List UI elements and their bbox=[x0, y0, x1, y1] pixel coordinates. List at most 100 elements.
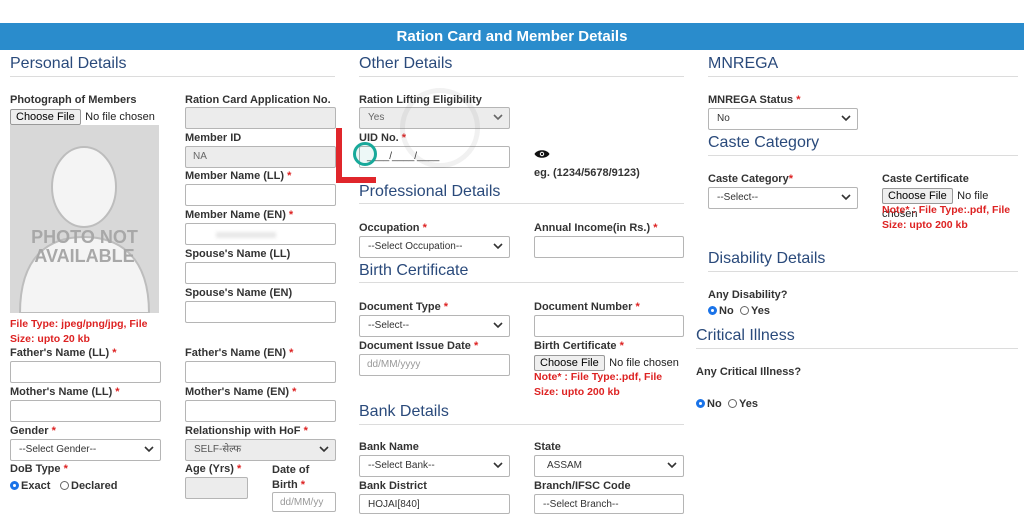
any-critical-illness-label: Any Critical Illness? bbox=[696, 366, 802, 378]
member-name-en-input[interactable] bbox=[185, 223, 336, 245]
member-id-label: Member ID bbox=[185, 132, 242, 144]
annotation-bracket-vertical bbox=[336, 128, 342, 183]
document-issue-date-input[interactable]: dd/MM/yyyy bbox=[359, 354, 510, 376]
spouse-name-ll-input[interactable] bbox=[185, 262, 336, 284]
photo-file-input[interactable]: Choose File No file chosen bbox=[10, 107, 155, 125]
radio-selected-icon bbox=[10, 481, 19, 490]
branch-ifsc-select[interactable]: --Select Branch-- bbox=[534, 494, 684, 514]
father-name-ll-input[interactable] bbox=[10, 361, 161, 383]
chevron-down-icon bbox=[319, 446, 329, 453]
click-highlight-circle bbox=[353, 142, 377, 166]
dob-type-declared-radio[interactable]: Declared bbox=[60, 480, 117, 492]
chevron-down-icon bbox=[841, 115, 851, 122]
photo-file-note: File Type: jpeg/png/jpg, File Size: upto… bbox=[10, 318, 148, 345]
chevron-down-icon bbox=[493, 114, 503, 121]
caste-cert-file-note: Note* : File Type:.pdf, File Size: upto … bbox=[882, 204, 1011, 231]
spouse-name-en-input[interactable] bbox=[185, 301, 336, 323]
caste-category-select[interactable]: --Select-- bbox=[708, 187, 858, 209]
dob-type-label: DoB Type * bbox=[10, 463, 68, 475]
occupation-select[interactable]: --Select Occupation-- bbox=[359, 236, 510, 258]
occupation-label: Occupation * bbox=[359, 222, 427, 234]
document-type-select[interactable]: --Select-- bbox=[359, 315, 510, 337]
spouse-ll-label: Spouse's Name (LL) bbox=[185, 248, 291, 260]
document-number-input[interactable] bbox=[534, 315, 684, 337]
member-name-ll-input[interactable] bbox=[185, 184, 336, 206]
divider bbox=[708, 271, 1018, 272]
divider bbox=[10, 76, 335, 77]
section-critical-illness: Critical Illness bbox=[696, 327, 795, 344]
birth-certificate-file-input[interactable]: Choose File No file chosen bbox=[534, 353, 679, 371]
disability-yes-radio[interactable]: Yes bbox=[740, 305, 770, 317]
radio-selected-icon bbox=[696, 399, 705, 408]
section-caste-category: Caste Category bbox=[708, 134, 820, 151]
chevron-down-icon bbox=[667, 462, 677, 469]
bank-name-select[interactable]: --Select Bank-- bbox=[359, 455, 510, 477]
photo-label: Photograph of Members bbox=[10, 94, 137, 106]
birth-cert-choose-file-button[interactable]: Choose File bbox=[534, 355, 605, 371]
photo-choose-file-button[interactable]: Choose File bbox=[10, 109, 81, 125]
radio-empty-icon bbox=[728, 399, 737, 408]
section-birth-certificate: Birth Certificate bbox=[359, 262, 469, 279]
bank-district-label: Bank District bbox=[359, 480, 427, 492]
photo-file-status: No file chosen bbox=[85, 111, 155, 123]
state-select[interactable]: ASSAM bbox=[534, 455, 684, 477]
member-id-input: NA bbox=[185, 146, 336, 168]
document-number-label: Document Number * bbox=[534, 301, 640, 313]
mnrega-status-select[interactable]: No bbox=[708, 108, 858, 130]
ration-card-application-no-input bbox=[185, 107, 336, 129]
bank-district-select[interactable]: HOJAI[840] bbox=[359, 494, 510, 514]
critical-no-radio[interactable]: No bbox=[696, 398, 722, 410]
section-other-details: Other Details bbox=[359, 55, 453, 72]
relationship-label: Relationship with HoF * bbox=[185, 425, 308, 437]
branch-ifsc-label: Branch/IFSC Code bbox=[534, 480, 631, 492]
section-professional-details: Professional Details bbox=[359, 183, 501, 200]
bank-name-label: Bank Name bbox=[359, 441, 419, 453]
mother-name-en-input[interactable] bbox=[185, 400, 336, 422]
gender-select[interactable]: --Select Gender-- bbox=[10, 439, 161, 461]
birth-certificate-label: Birth Certificate * bbox=[534, 340, 624, 352]
state-label: State bbox=[534, 441, 561, 453]
member-name-ll-label: Member Name (LL) * bbox=[185, 170, 292, 182]
father-en-label: Father's Name (EN) * bbox=[185, 347, 294, 359]
member-name-en-label: Member Name (EN) * bbox=[185, 209, 294, 221]
rc-app-no-label: Ration Card Application No. bbox=[185, 94, 331, 106]
eye-icon[interactable] bbox=[534, 147, 550, 165]
mother-ll-label: Mother's Name (LL) * bbox=[10, 386, 120, 398]
any-disability-label: Any Disability? bbox=[708, 289, 788, 301]
caste-cert-choose-file-button[interactable]: Choose File bbox=[882, 188, 953, 204]
section-bank-details: Bank Details bbox=[359, 403, 449, 420]
blurred-name-text bbox=[216, 232, 276, 238]
birth-cert-file-note: Note* : File Type:.pdf, File Size: upto … bbox=[534, 371, 663, 398]
divider bbox=[359, 282, 684, 283]
spouse-en-label: Spouse's Name (EN) bbox=[185, 287, 293, 299]
watermark-logo bbox=[400, 88, 480, 168]
father-name-en-input[interactable] bbox=[185, 361, 336, 383]
radio-empty-icon bbox=[740, 306, 749, 315]
photo-not-available-text: PHOTO NOT AVAILABLE bbox=[31, 227, 138, 266]
dob-type-exact-radio[interactable]: Exact bbox=[10, 480, 50, 492]
chevron-down-icon bbox=[493, 462, 503, 469]
annual-income-input[interactable] bbox=[534, 236, 684, 258]
person-silhouette-icon bbox=[18, 146, 151, 313]
age-input bbox=[185, 477, 248, 499]
mother-name-ll-input[interactable] bbox=[10, 400, 161, 422]
chevron-down-icon bbox=[493, 243, 503, 250]
divider bbox=[708, 76, 1018, 77]
gender-label: Gender * bbox=[10, 425, 56, 437]
mother-en-label: Mother's Name (EN) * bbox=[185, 386, 297, 398]
critical-yes-radio[interactable]: Yes bbox=[728, 398, 758, 410]
divider bbox=[359, 424, 684, 425]
divider bbox=[359, 76, 684, 77]
relationship-hof-select[interactable]: SELF-सेल्फ bbox=[185, 439, 336, 461]
photo-placeholder: PHOTO NOT AVAILABLE bbox=[10, 125, 159, 313]
uid-example-hint: eg. (1234/5678/9123) bbox=[534, 167, 640, 179]
chevron-down-icon bbox=[841, 194, 851, 201]
section-mnrega: MNREGA bbox=[708, 55, 779, 72]
disability-no-radio[interactable]: No bbox=[708, 305, 734, 317]
birth-cert-file-status: No file chosen bbox=[609, 357, 679, 369]
annual-income-label: Annual Income(in Rs.) * bbox=[534, 222, 658, 234]
date-of-birth-input[interactable]: dd/MM/yy bbox=[272, 492, 336, 512]
document-type-label: Document Type * bbox=[359, 301, 449, 313]
section-personal-details: Personal Details bbox=[10, 55, 127, 72]
divider bbox=[359, 203, 684, 204]
